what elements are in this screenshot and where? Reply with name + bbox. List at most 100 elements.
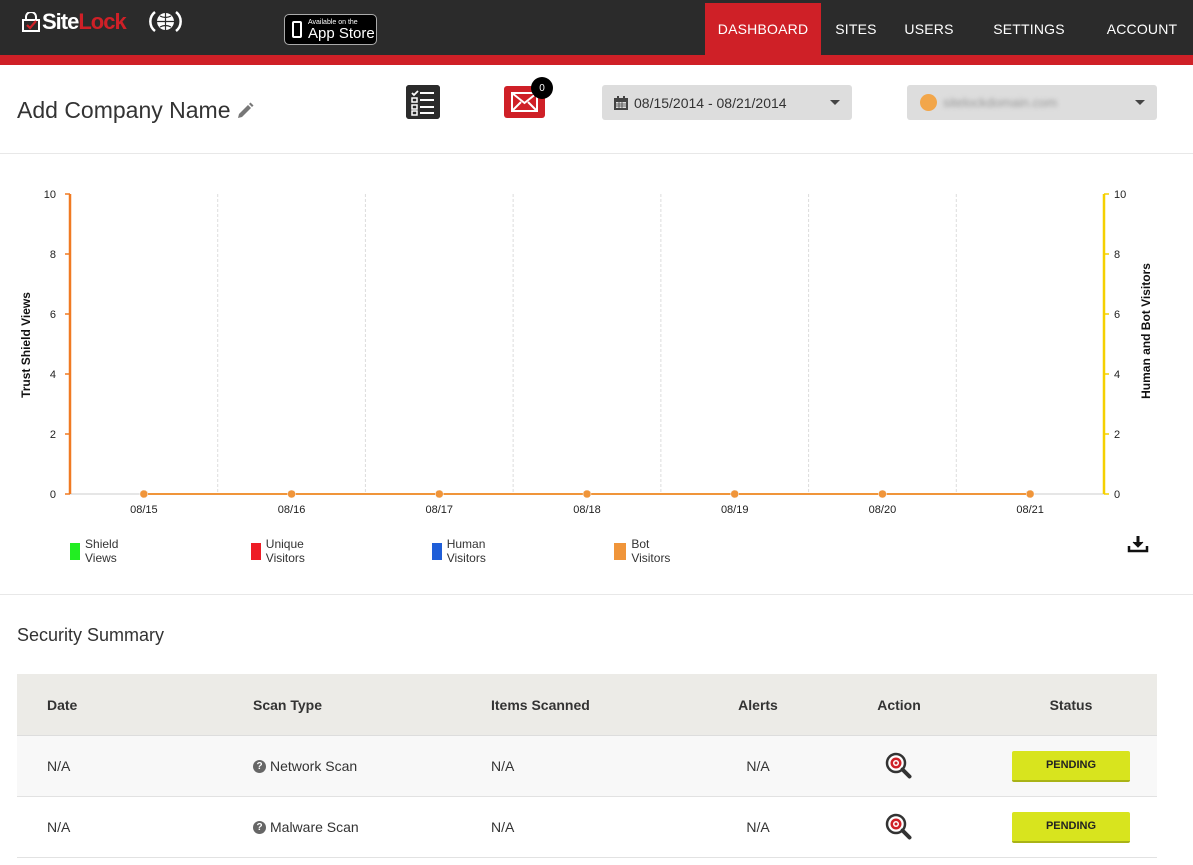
y-axis-title-left: Trust Shield Views [19, 292, 33, 398]
series-point-3 [878, 489, 887, 499]
site-select[interactable]: sitelockdomain.com [907, 85, 1157, 120]
chevron-down-icon [1135, 100, 1145, 105]
cell-alerts: N/A [746, 758, 770, 774]
status-pending-button[interactable]: PENDING [1012, 750, 1130, 782]
y-tick-label-left: 0 [50, 489, 56, 501]
x-tick-label: 08/16 [278, 504, 306, 516]
scan-magnifier-icon[interactable] [885, 813, 913, 841]
x-tick-label: 08/17 [426, 504, 454, 516]
y-tick-label-left: 4 [50, 369, 56, 381]
y-tick-label-right: 4 [1114, 369, 1120, 381]
cell-scan-type: ? Malware Scan [253, 797, 359, 857]
legend-item-shield-views[interactable]: Shield Views [70, 537, 125, 565]
appstore-line2: App Store [308, 24, 375, 42]
col-status: Status [1049, 696, 1093, 713]
company-name-heading[interactable]: Add Company Name [17, 97, 255, 124]
col-alerts: Alerts [738, 696, 778, 713]
y-tick-label-left: 6 [50, 309, 56, 321]
legend-label: Shield Views [85, 537, 119, 565]
y-tick-label-right: 6 [1114, 309, 1120, 321]
legend-label: Unique Visitors [265, 537, 305, 565]
app-store-badge[interactable]: Available on the App Store [284, 14, 377, 45]
series-point-3 [582, 489, 592, 499]
legend-swatch [432, 542, 442, 560]
series-point-3 [730, 489, 739, 499]
accent-stripe [0, 55, 1193, 65]
nav-dashboard[interactable]: DASHBOARD [705, 3, 821, 55]
cell-date: N/A [47, 819, 71, 835]
y-tick-label-right: 8 [1114, 249, 1120, 261]
col-items-scanned: Items Scanned [491, 696, 590, 713]
site-status-dot-icon [920, 94, 937, 111]
x-tick-label: 08/20 [869, 504, 897, 516]
traffic-chart: 0 0 2 2 4 4 6 6 8 8 10 10 08/15 08/16 08/17 08/18 08/19 0… [0, 160, 1193, 530]
y-tick-label-left: 2 [50, 429, 56, 441]
legend-swatch [251, 542, 261, 560]
col-date: Date [47, 696, 78, 713]
pencil-icon[interactable] [235, 101, 255, 121]
calendar-icon [614, 95, 628, 110]
cell-action [857, 797, 941, 857]
x-tick-label: 08/15 [130, 504, 158, 516]
chevron-down-icon [830, 100, 840, 105]
status-pending-button[interactable]: PENDING [1012, 811, 1130, 843]
y-tick-label-left: 10 [44, 189, 56, 201]
message-count-badge: 0 [531, 77, 553, 99]
cell-alerts: N/A [746, 819, 770, 835]
nav-account[interactable]: ACCOUNT [1091, 3, 1193, 55]
legend-item-unique-visitors[interactable]: Unique Visitors [251, 537, 312, 565]
nav-sites[interactable]: SITES [821, 3, 891, 55]
logo-text-lock: Lock [78, 9, 126, 34]
cell-status: PENDING [1012, 736, 1130, 796]
nav-users[interactable]: USERS [891, 3, 967, 55]
divider [0, 594, 1193, 595]
scan-type-label: Network Scan [270, 758, 358, 774]
y-tick-label-left: 8 [50, 249, 56, 261]
download-icon[interactable] [1127, 535, 1149, 553]
legend-label: Human Visitors [446, 537, 486, 565]
table-row: N/A ? Malware Scan N/A N/A PENDING [17, 797, 1157, 858]
series-point-3 [1025, 489, 1035, 499]
x-tick-label: 08/21 [1016, 504, 1044, 516]
sitelock-logo[interactable]: SiteLock [22, 8, 127, 36]
x-tick-label: 08/18 [573, 504, 601, 516]
help-icon[interactable]: ? [253, 820, 266, 834]
security-table: Date Scan Type Items Scanned Alerts Acti… [17, 674, 1157, 858]
cell-date: N/A [47, 758, 71, 774]
main-nav: DASHBOARD SITES USERS SETTINGS ACCOUNT [705, 3, 1193, 55]
logo-text-site: Site [42, 9, 79, 34]
cell-scan-type: ? Network Scan [253, 736, 357, 796]
site-selected-value: sitelockdomain.com [943, 95, 1058, 110]
cell-items-scanned: N/A [491, 819, 515, 835]
chart-svg: 0 0 2 2 4 4 6 6 8 8 10 10 08/15 08/16 08/17 08/18 08/19 0… [19, 189, 1153, 516]
y-axis-title-right: Human and Bot Visitors [1139, 263, 1153, 399]
scan-magnifier-icon[interactable] [885, 752, 913, 780]
legend-label: Bot Visitors [631, 537, 671, 565]
y-tick-label-right: 2 [1114, 429, 1120, 441]
divider [0, 153, 1193, 154]
phone-icon [292, 21, 302, 38]
col-scan-type: Scan Type [253, 696, 322, 713]
y-tick-label-right: 10 [1114, 189, 1126, 201]
legend-item-bot-visitors[interactable]: Bot Visitors [614, 537, 675, 565]
legend-item-human-visitors[interactable]: Human Visitors [432, 537, 493, 565]
scan-type-label: Malware Scan [270, 819, 359, 835]
top-navbar: SiteLock Available on the App Store DASH… [0, 0, 1193, 55]
help-icon[interactable]: ? [253, 759, 266, 773]
cell-action [857, 736, 941, 796]
table-row: N/A ? Network Scan N/A N/A PENDING [17, 736, 1157, 797]
checklist-icon[interactable] [406, 85, 440, 119]
cell-items-scanned: N/A [491, 758, 515, 774]
y-tick-label-right: 0 [1114, 489, 1120, 501]
date-range-value: 08/15/2014 - 08/21/2014 [634, 94, 787, 111]
x-tick-label: 08/19 [721, 504, 749, 516]
legend-swatch [614, 542, 627, 560]
series-point-3 [435, 489, 444, 499]
date-range-select[interactable]: 08/15/2014 - 08/21/2014 [602, 85, 852, 120]
lock-icon [22, 12, 40, 32]
table-header: Date Scan Type Items Scanned Alerts Acti… [17, 674, 1157, 736]
series-point-3 [287, 489, 296, 499]
security-summary-title: Security Summary [17, 625, 165, 645]
series-point-3 [139, 489, 149, 499]
nav-settings[interactable]: SETTINGS [967, 3, 1091, 55]
